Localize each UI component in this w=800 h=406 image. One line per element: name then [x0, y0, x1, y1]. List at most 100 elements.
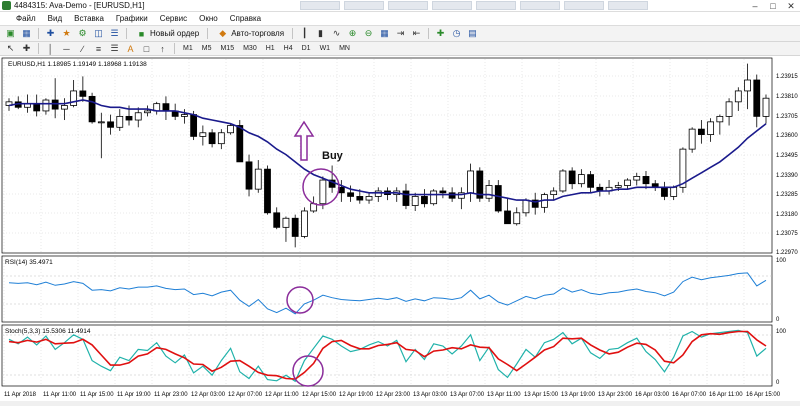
navigator-icon[interactable]: ⚙: [76, 28, 89, 40]
chart-window[interactable]: Buy EURUSD,H1 1.18985 1.19149 1.18968 1.…: [0, 56, 800, 401]
time-label: 13 Apr 11:00: [487, 392, 521, 398]
candle-bull: [217, 132, 225, 145]
candle-bull: [485, 185, 493, 199]
autotrading-button[interactable]: ◆ Авто-торговля: [213, 28, 287, 40]
tf-m30[interactable]: M30: [240, 45, 260, 52]
cursor-icon[interactable]: ↖: [4, 43, 17, 55]
fibo-icon[interactable]: ☰: [108, 43, 121, 55]
data-window-icon[interactable]: ★: [60, 28, 73, 40]
price-label: 1.23285: [776, 192, 798, 198]
candle-bull: [144, 110, 151, 114]
line-chart-icon[interactable]: ∿: [330, 28, 343, 40]
candle-bull: [430, 190, 438, 205]
price-label: 1.23495: [776, 153, 798, 159]
menu-help[interactable]: Справка: [224, 12, 267, 26]
candle-bear: [264, 168, 271, 214]
candle-bull: [559, 170, 567, 192]
menu-charts[interactable]: Графики: [110, 12, 154, 26]
candle-bull: [577, 174, 585, 185]
terminal-icon[interactable]: ◫: [92, 28, 105, 40]
candle-bear: [494, 185, 502, 212]
menu-bar: Файл Вид Вставка Графики Сервис Окно Спр…: [0, 12, 800, 26]
candle-bear: [245, 161, 253, 190]
candle-bull: [365, 196, 373, 201]
tile-windows-icon[interactable]: ▦: [378, 28, 391, 40]
market-watch-icon[interactable]: ✚: [44, 28, 57, 40]
menu-window[interactable]: Окно: [193, 12, 224, 26]
strategy-tester-icon[interactable]: ☰: [108, 28, 121, 40]
candle-bear: [236, 125, 244, 163]
candle-bear: [51, 99, 59, 110]
candle-bear: [356, 196, 364, 201]
trendline-icon[interactable]: ∕: [76, 43, 89, 55]
crosshair-icon[interactable]: ✚: [20, 43, 33, 55]
candle-bull: [624, 179, 631, 186]
chart-shift-icon[interactable]: ⇤: [410, 28, 423, 40]
channel-icon[interactable]: ≡: [92, 43, 105, 55]
candle-bull: [762, 97, 770, 117]
time-label: 12 Apr 23:00: [376, 392, 411, 398]
candle-bull: [688, 128, 696, 150]
zoom-out-icon[interactable]: ⊖: [362, 28, 375, 40]
price-label: 1.23180: [776, 212, 798, 218]
app-icon: [2, 1, 11, 10]
templates-icon[interactable]: ▤: [466, 28, 479, 40]
horizontal-line-icon[interactable]: ─: [60, 43, 73, 55]
periods-icon[interactable]: ◷: [450, 28, 463, 40]
text-icon[interactable]: A: [124, 43, 137, 55]
zoom-in-icon[interactable]: ⊕: [346, 28, 359, 40]
candlestick-icon[interactable]: ▮: [314, 28, 327, 40]
time-label: 12 Apr 03:00: [191, 392, 226, 398]
minimize-icon[interactable]: –: [746, 0, 764, 12]
time-label: 11 Apr 23:00: [154, 392, 188, 398]
tf-m1[interactable]: M1: [180, 45, 196, 52]
browser-tabs-strip: [300, 1, 720, 11]
candle-bull: [97, 121, 105, 124]
maximize-icon[interactable]: □: [764, 0, 782, 12]
tf-mn[interactable]: MN: [336, 45, 353, 52]
candle-bull: [199, 132, 207, 137]
candle-bear: [448, 192, 456, 199]
menu-file[interactable]: Файл: [2, 12, 42, 26]
tf-d1[interactable]: D1: [299, 45, 314, 52]
window-title: 4484315: Ava-Demo - [EURUSD,H1]: [14, 1, 145, 10]
eurusd-h1-chart[interactable]: Buy EURUSD,H1 1.18985 1.19149 1.18968 1.…: [0, 56, 800, 401]
new-chart-icon[interactable]: ▣: [4, 28, 17, 40]
time-label: 11 Apr 15:00: [80, 392, 114, 398]
candle-bear: [79, 90, 87, 97]
close-icon[interactable]: ✕: [782, 0, 800, 12]
indicators-icon[interactable]: ✚: [434, 28, 447, 40]
price-label: 1.23915: [776, 74, 798, 80]
bar-chart-icon[interactable]: ┃: [298, 28, 311, 40]
candle-bull: [633, 176, 641, 181]
candle-bull: [707, 121, 715, 135]
menu-tools[interactable]: Сервис: [154, 12, 193, 26]
candle-bull: [411, 196, 419, 206]
profiles-icon[interactable]: ▦: [20, 28, 33, 40]
candle-bull: [614, 185, 622, 188]
candle-bear: [88, 95, 96, 123]
menu-insert[interactable]: Вставка: [68, 12, 110, 26]
time-label: 11 Apr 11:00: [43, 392, 77, 398]
arrows-icon[interactable]: ↑: [156, 43, 169, 55]
tf-m5[interactable]: M5: [199, 45, 215, 52]
candle-bear: [190, 114, 198, 137]
time-label: 16 Apr 07:00: [672, 392, 707, 398]
candle-bull: [319, 179, 327, 205]
vertical-line-icon[interactable]: │: [44, 43, 57, 55]
candle-bull: [716, 115, 724, 123]
menu-view[interactable]: Вид: [42, 12, 68, 26]
autoscroll-icon[interactable]: ⇥: [394, 28, 407, 40]
tf-h4[interactable]: H4: [281, 45, 296, 52]
new-order-button[interactable]: ■ Новый ордер: [132, 28, 202, 40]
rsi-header: RSI(14) 35.4971: [5, 259, 53, 266]
candle-bear: [587, 174, 594, 188]
tf-m15[interactable]: M15: [217, 45, 237, 52]
new-order-label: Новый ордер: [150, 29, 200, 38]
tf-h1[interactable]: H1: [263, 45, 278, 52]
candle-bear: [661, 186, 668, 197]
candle-bear: [125, 115, 133, 121]
tf-w1[interactable]: W1: [317, 45, 334, 52]
label-icon[interactable]: □: [140, 43, 153, 55]
candle-bear: [421, 196, 428, 205]
